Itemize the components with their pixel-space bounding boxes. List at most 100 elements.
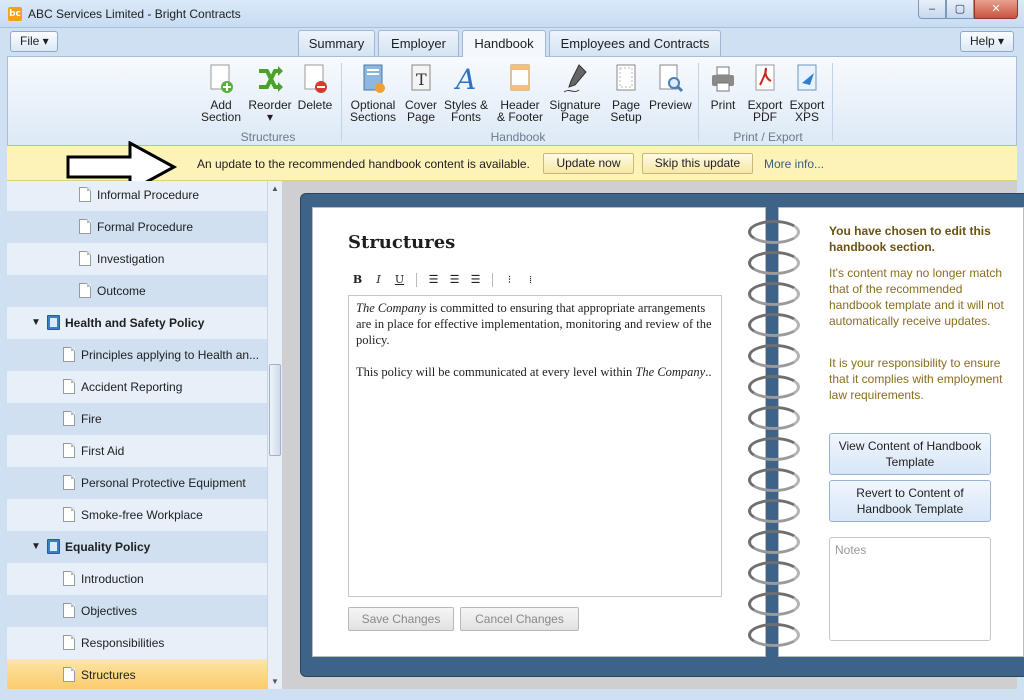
font-style-icon: A bbox=[452, 63, 480, 96]
header-footer-button[interactable]: Header & Footer bbox=[496, 63, 544, 123]
align-left-icon[interactable]: ☰ bbox=[426, 272, 441, 288]
document-icon bbox=[79, 187, 91, 202]
tab-employees-and-contracts[interactable]: Employees and Contracts bbox=[549, 30, 721, 56]
tree-item-responsibilities[interactable]: Responsibilities bbox=[7, 627, 267, 659]
tab-summary[interactable]: Summary bbox=[298, 30, 375, 56]
collapse-triangle-icon[interactable]: ▼ bbox=[31, 531, 41, 563]
bold-button[interactable]: B bbox=[350, 272, 365, 288]
help-menu-button[interactable]: Help ▾ bbox=[960, 31, 1014, 52]
tree-item-label: Investigation bbox=[97, 252, 165, 266]
collapse-triangle-icon[interactable]: ▼ bbox=[31, 307, 41, 339]
align-right-icon[interactable]: ☰ bbox=[468, 272, 483, 288]
structures-group-label: Structures bbox=[240, 130, 296, 144]
pdf-icon bbox=[751, 63, 779, 95]
tree-item-ppe[interactable]: Personal Protective Equipment bbox=[7, 467, 267, 499]
section-title: Structures bbox=[348, 232, 456, 253]
print-button[interactable]: Print bbox=[705, 63, 741, 111]
tree-item-principles[interactable]: Principles applying to Health an... bbox=[7, 339, 267, 371]
magnifier-icon bbox=[656, 63, 684, 95]
paragraph-text: This policy will be communicated at ever… bbox=[356, 365, 636, 379]
optional-sections-button[interactable]: Optional Sections bbox=[347, 63, 399, 123]
tree-item-label: Personal Protective Equipment bbox=[81, 476, 246, 490]
tree-item-informal-procedure[interactable]: Informal Procedure bbox=[7, 181, 267, 211]
tree-item-accident-reporting[interactable]: Accident Reporting bbox=[7, 371, 267, 403]
bullet-list-icon[interactable]: ⁝ bbox=[502, 272, 517, 288]
ribbon: Add Section Reorder ▾ Delete Structures … bbox=[7, 56, 1017, 146]
edit-warning-title: You have chosen to edit this handbook se… bbox=[829, 224, 991, 254]
section-text-editor[interactable]: The Company is committed to ensuring tha… bbox=[348, 295, 722, 597]
title-bar: bc ABC Services Limited - Bright Contrac… bbox=[0, 0, 1024, 28]
maximize-button[interactable]: ▢ bbox=[946, 0, 974, 19]
book-icon bbox=[47, 539, 60, 554]
tree-scrollbar[interactable]: ▲ ▼ bbox=[267, 181, 282, 689]
styles-fonts-label: Styles & Fonts bbox=[444, 98, 489, 124]
notes-field[interactable]: Notes bbox=[829, 537, 991, 641]
tree-item-equality-policy[interactable]: ▼ Equality Policy bbox=[7, 531, 267, 563]
cancel-changes-button[interactable]: Cancel Changes bbox=[460, 607, 579, 631]
tree-item-smoke-free-workplace[interactable]: Smoke-free Workplace bbox=[7, 499, 267, 531]
delete-section-icon bbox=[301, 63, 329, 95]
spiral-ring-icon bbox=[748, 313, 800, 337]
signature-page-button[interactable]: Signature Page bbox=[548, 63, 602, 123]
cover-page-icon: T bbox=[407, 63, 435, 95]
page-setup-label: Page Setup bbox=[610, 98, 642, 124]
header-footer-icon bbox=[506, 63, 534, 95]
more-info-link[interactable]: More info... bbox=[764, 157, 824, 171]
revert-template-button[interactable]: Revert to Content of Handbook Template bbox=[829, 480, 991, 522]
company-emphasis: The Company bbox=[635, 365, 706, 379]
document-icon bbox=[63, 635, 75, 650]
add-section-label: Add Section bbox=[201, 98, 242, 124]
tab-handbook[interactable]: Handbook bbox=[462, 30, 546, 57]
spiral-ring-icon bbox=[748, 406, 800, 430]
tree-item-label: Formal Procedure bbox=[97, 220, 194, 234]
delete-button[interactable]: Delete bbox=[296, 63, 334, 111]
document-icon bbox=[63, 667, 75, 682]
file-menu-button[interactable]: File ▾ bbox=[10, 31, 58, 52]
export-xps-button[interactable]: Export XPS bbox=[787, 63, 827, 123]
group-divider bbox=[341, 63, 342, 141]
tree-item-objectives[interactable]: Objectives bbox=[7, 595, 267, 627]
close-button[interactable]: ✕ bbox=[974, 0, 1018, 19]
view-template-button[interactable]: View Content of Handbook Template bbox=[829, 433, 991, 475]
delete-label: Delete bbox=[297, 98, 333, 112]
tree-item-health-and-safety-policy[interactable]: ▼ Health and Safety Policy bbox=[7, 307, 267, 339]
tree-item-first-aid[interactable]: First Aid bbox=[7, 435, 267, 467]
tree-item-label: Introduction bbox=[81, 572, 144, 586]
scroll-up-icon[interactable]: ▲ bbox=[271, 184, 279, 193]
skip-update-button[interactable]: Skip this update bbox=[642, 153, 753, 174]
scroll-down-icon[interactable]: ▼ bbox=[271, 677, 279, 686]
align-center-icon[interactable]: ☰ bbox=[447, 272, 462, 288]
tree-item-outcome[interactable]: Outcome bbox=[7, 275, 267, 307]
tree-item-investigation[interactable]: Investigation bbox=[7, 243, 267, 275]
tree-item-introduction[interactable]: Introduction bbox=[7, 563, 267, 595]
cover-page-label: Cover Page bbox=[404, 98, 437, 124]
spiral-ring-icon bbox=[748, 375, 800, 399]
signature-page-label: Signature Page bbox=[549, 98, 601, 124]
printer-icon bbox=[709, 63, 737, 95]
spiral-ring-icon bbox=[748, 437, 800, 461]
styles-fonts-button[interactable]: A Styles & Fonts bbox=[444, 63, 488, 123]
spiral-ring-icon bbox=[748, 499, 800, 523]
page-setup-button[interactable]: Page Setup bbox=[607, 63, 645, 123]
add-section-button[interactable]: Add Section bbox=[201, 63, 241, 123]
shuffle-icon bbox=[256, 63, 284, 95]
numbered-list-icon[interactable]: ⁞ bbox=[523, 272, 538, 288]
minimize-button[interactable]: ‒ bbox=[918, 0, 946, 19]
tab-employer[interactable]: Employer bbox=[378, 30, 459, 56]
reorder-button[interactable]: Reorder ▾ bbox=[246, 63, 294, 123]
tree-item-formal-procedure[interactable]: Formal Procedure bbox=[7, 211, 267, 243]
reorder-label: Reorder ▾ bbox=[248, 98, 292, 124]
update-now-button[interactable]: Update now bbox=[543, 153, 634, 174]
export-pdf-button[interactable]: Export PDF bbox=[745, 63, 785, 123]
document-icon bbox=[63, 379, 75, 394]
tree-item-structures[interactable]: Structures bbox=[7, 659, 267, 689]
save-changes-button[interactable]: Save Changes bbox=[348, 607, 454, 631]
document-icon bbox=[63, 347, 75, 362]
tree-item-fire[interactable]: Fire bbox=[7, 403, 267, 435]
italic-button[interactable]: I bbox=[371, 272, 386, 288]
scrollbar-thumb[interactable] bbox=[269, 364, 281, 456]
preview-button[interactable]: Preview bbox=[649, 63, 692, 111]
cover-page-button[interactable]: T Cover Page bbox=[404, 63, 438, 123]
tree-item-label: Principles applying to Health an... bbox=[81, 348, 260, 362]
underline-button[interactable]: U bbox=[392, 272, 407, 288]
